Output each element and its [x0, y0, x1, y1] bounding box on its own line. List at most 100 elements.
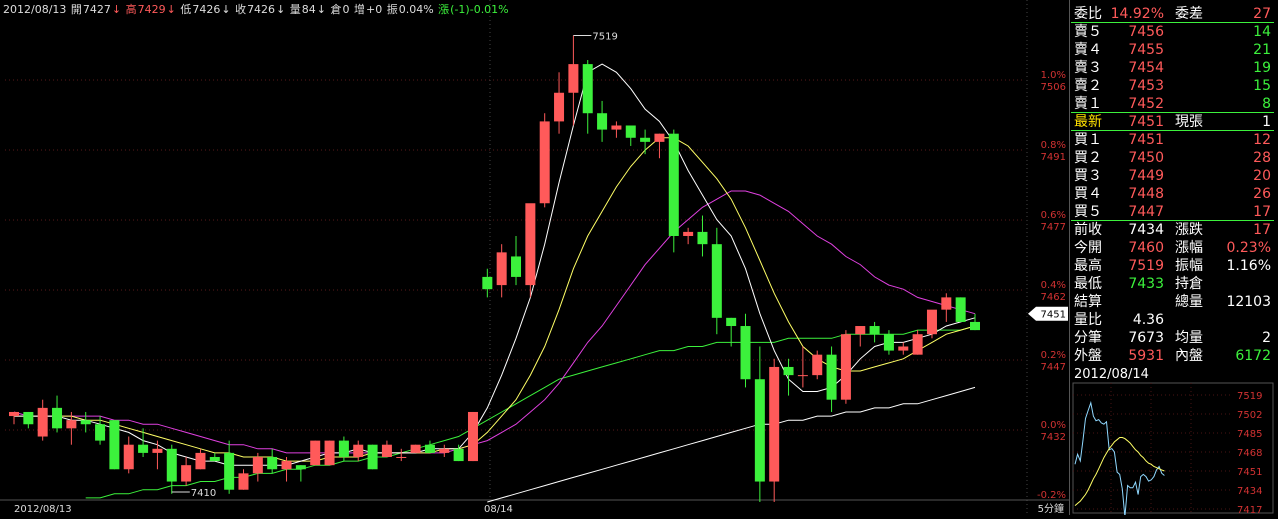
quote-value: 7519 [1128, 258, 1164, 274]
quote-value2: 14 [1253, 24, 1271, 40]
candle-body [640, 137, 651, 142]
candle-body [611, 125, 622, 130]
quote-label: 買５ [1074, 204, 1102, 220]
candle-body [295, 465, 306, 470]
y-pct-label: 0.4% [1041, 280, 1066, 291]
quote-value2: 6172 [1235, 348, 1271, 364]
candle-body [496, 252, 507, 286]
header-oi-label: 倉 [330, 3, 342, 16]
candle-body [812, 354, 823, 376]
header-close-arrow: ↓ [276, 3, 286, 16]
quote-row: 賣２ 7453 15 [1071, 77, 1274, 95]
candle-body [381, 444, 392, 457]
candle-body [783, 366, 794, 376]
candle-body [410, 444, 421, 453]
quote-label: 今開 [1074, 240, 1102, 256]
y-price-label: 7477 [1041, 222, 1066, 233]
y-price-label: 7506 [1041, 82, 1066, 93]
candle-body [482, 276, 493, 290]
quote-label: 最新 [1074, 114, 1102, 130]
quote-value: 14.92% [1110, 6, 1164, 22]
quote-label: 前收 [1074, 222, 1102, 238]
quote-value: 7434 [1128, 222, 1164, 238]
quote-value2: 1 [1262, 114, 1271, 130]
quote-label2: 振幅 [1175, 258, 1203, 274]
quote-panel: 委比 14.92% 委差 27 賣５ 7456 14 賣４ 7455 21 賣３ 7454 19 賣２ 74… [1071, 0, 1278, 365]
quote-label: 賣１ [1074, 96, 1102, 112]
candle-body [668, 133, 679, 236]
mini-y-label: 7485 [1237, 429, 1262, 440]
header-amp: 0.04% [398, 3, 434, 16]
quote-value2: 28 [1253, 150, 1271, 166]
quote-label: 買１ [1074, 132, 1102, 148]
quote-label: 委比 [1074, 6, 1102, 22]
quote-row: 最高 7519 振幅 1.16% [1071, 257, 1274, 275]
candle-body [697, 231, 708, 245]
candle-body [926, 309, 937, 335]
mini-y-label: 7434 [1237, 486, 1262, 497]
quote-row: 買５ 7447 17 [1071, 203, 1274, 221]
quote-value: 7454 [1128, 60, 1164, 76]
y-price-label: 7447 [1041, 362, 1066, 373]
mini-chart: 7519 7502 7485 7468 7451 7434 7417 [1072, 382, 1274, 517]
candle-body [769, 366, 780, 482]
ma120-line [487, 386, 976, 503]
quote-value2: 0.23% [1226, 240, 1271, 256]
candlestick-chart[interactable]: 1.0%7506 0.8%7491 0.6%7477 0.4%7462 0.2%7447… [0, 0, 1070, 515]
quote-value2: 20 [1253, 168, 1271, 184]
quote-row: 最低 7433 持倉 [1071, 275, 1274, 293]
header-low-label: 低 [180, 3, 192, 16]
header-close: 7426 [247, 3, 276, 16]
candle-body [912, 334, 923, 355]
quote-value2: 26 [1253, 186, 1271, 202]
header-date: 2012/08/13 [3, 3, 67, 16]
candle-body [123, 444, 134, 470]
header-open-label: 開 [70, 3, 82, 16]
main-chart-panel[interactable]: 1.0% 7506 0.8% 7491 0.6% 7477 0.4% 7462 0.2% 7447… [0, 0, 1070, 515]
ma5-line [14, 63, 976, 466]
candle-body [855, 326, 866, 335]
quote-value2: 8 [1262, 96, 1271, 112]
candle-body [554, 92, 565, 122]
candle-body [970, 321, 980, 331]
quote-row: 賣１ 7452 8 [1071, 95, 1274, 113]
quote-value2: 2 [1262, 330, 1271, 346]
candle-body [109, 420, 120, 470]
quote-value: 7449 [1128, 168, 1164, 184]
candle-body [338, 440, 349, 457]
quote-value: 7455 [1128, 42, 1164, 58]
low-mark-label: 7410 [191, 488, 216, 499]
quote-value: 4.36 [1132, 312, 1164, 328]
quote-row: 最新 7451 現張 1 [1071, 113, 1274, 131]
candle-body [238, 473, 249, 490]
mini-chart-panel[interactable]: 2012/08/14 7519 7502 7485 7468 7451 7434 7417 [1071, 365, 1278, 517]
quote-label2: 現張 [1175, 114, 1203, 130]
candle-body [582, 64, 593, 114]
ma20-line [13, 190, 976, 454]
quote-value: 7456 [1128, 24, 1164, 40]
mini-y-label: 7451 [1237, 467, 1262, 478]
quote-row: 賣５ 7456 14 [1071, 23, 1274, 41]
y-price-label: 7462 [1041, 292, 1066, 303]
quote-label: 賣４ [1074, 42, 1102, 58]
quote-label: 最高 [1074, 258, 1102, 274]
quote-row: 賣４ 7455 21 [1071, 41, 1274, 59]
mini-date: 2012/08/14 [1074, 367, 1149, 382]
candle-body [367, 444, 378, 470]
quote-value2: 27 [1253, 6, 1271, 22]
candle-body [754, 379, 765, 482]
header-chg-label: 漲 [438, 3, 450, 16]
y-pct-label: 1.0% [1041, 70, 1066, 81]
quote-label2: 總量 [1175, 294, 1203, 310]
candle-body [898, 346, 909, 351]
candle-body [439, 448, 450, 453]
quote-label2: 內盤 [1175, 348, 1203, 364]
quote-value2: 17 [1253, 222, 1271, 238]
header-vol-label: 量 [289, 3, 301, 16]
quote-row: 買３ 7449 20 [1071, 167, 1274, 185]
candle-body [597, 113, 608, 130]
candle-body [941, 297, 952, 310]
candle-body [955, 297, 966, 322]
header-add-label: 增 [354, 3, 365, 16]
ma10-line [14, 137, 976, 462]
